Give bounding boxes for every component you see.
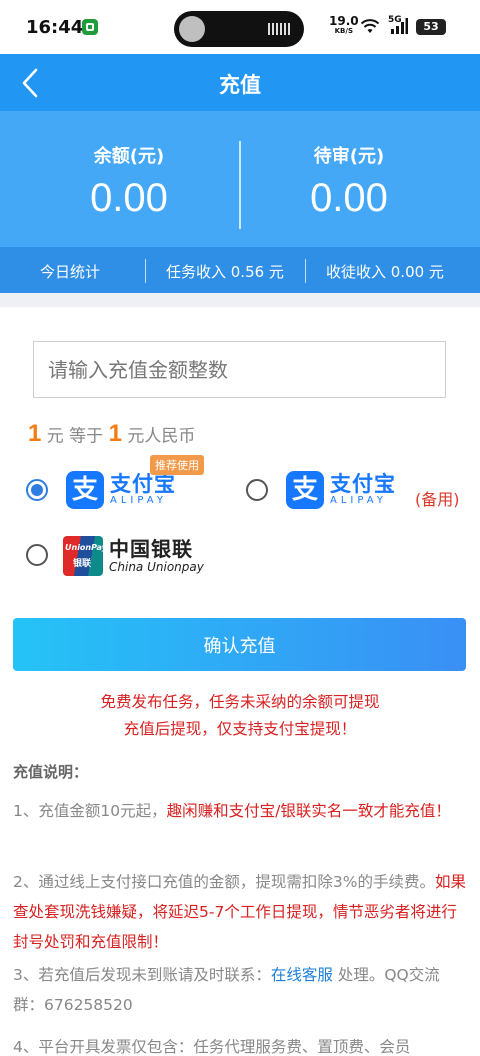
stat-task-income: 任务收入 0.56 元	[166, 263, 284, 281]
balance-label: 余额(元)	[93, 146, 165, 167]
notice-line: 充值后提现，仅支持支付宝提现！	[123, 720, 357, 738]
status-bar: 16:44 19.0 KB/S 5G 53	[0, 0, 480, 54]
alipay-name: 支付宝	[330, 472, 396, 496]
confirm-recharge-button[interactable]: 确认充值	[13, 618, 466, 671]
rate-right-text: 元人民币	[127, 426, 196, 447]
alipay-primary-radio[interactable]	[26, 479, 48, 501]
unionpay-name-en: China Unionpay	[109, 560, 204, 574]
instruction-item: 2、通过线上支付接口充值的金额，提现需扣除3%的手续费。如果查处套现洗钱嫌疑，将…	[13, 873, 466, 951]
balance-column: 余额(元) 0.00	[9, 142, 249, 221]
stat-referral-income: 收徒收入 0.00 元	[326, 263, 444, 281]
alipay-name-en: ALIPAY	[110, 495, 167, 506]
instruction-item: 3、若充值后发现未到账请及时联系：在线客服 处理。QQ交流群：676258520	[13, 966, 440, 1014]
online-support-link[interactable]: 在线客服	[271, 966, 333, 984]
instruction-item: 4、平台开具发票仅包含：任务代理服务费、置顶费、会员	[13, 1038, 411, 1056]
alipay-logo-icon: 支	[66, 471, 104, 509]
section-divider	[0, 293, 480, 307]
balance-value: 0.00	[90, 176, 168, 220]
amount-input[interactable]	[33, 341, 446, 398]
exchange-rate: 1 元 等于 1 元人民币	[28, 420, 195, 448]
dynamic-island	[174, 11, 304, 47]
signal-icon	[391, 18, 408, 34]
status-time: 16:44	[26, 17, 84, 38]
network-speed-unit: KB/S	[334, 27, 353, 35]
alipay-primary-option[interactable]: 支 支付宝 ALIPAY	[66, 469, 176, 511]
alipay-backup-radio[interactable]	[246, 479, 268, 501]
instruction-item: 1、充值金额10元起，趣闲赚和支付宝/银联实名一致才能充值！	[13, 802, 451, 820]
page-title: 充值	[219, 73, 261, 97]
instructions-title: 充值说明：	[13, 763, 89, 781]
stats-divider	[145, 259, 146, 283]
wifi-icon	[360, 19, 380, 33]
nav-bar: 充值	[0, 54, 480, 111]
unionpay-name: 中国银联	[109, 537, 193, 561]
alipay-name: 支付宝	[110, 472, 176, 496]
recommended-badge: 推荐使用	[150, 455, 204, 475]
unionpay-option[interactable]: UnionPay 银联 中国银联 China Unionpay	[63, 535, 204, 577]
pending-column: 待审(元) 0.00	[229, 142, 469, 221]
backup-label: (备用)	[415, 490, 460, 509]
notice-line: 免费发布任务，任务未采纳的余额可提现	[100, 693, 380, 711]
alipay-logo-icon: 支	[286, 471, 324, 509]
unionpay-logo-icon: UnionPay 银联	[63, 536, 103, 576]
alipay-name-en: ALIPAY	[330, 495, 387, 506]
audio-wave-icon	[268, 23, 290, 35]
network-speed-value: 19.0	[329, 14, 359, 28]
alipay-backup-option[interactable]: 支 支付宝 ALIPAY	[286, 469, 396, 511]
rate-left-number: 1	[28, 420, 42, 447]
stats-divider	[305, 259, 306, 283]
battery-icon: 53	[416, 19, 446, 35]
balance-panel: 余额(元) 0.00 待审(元) 0.00	[0, 111, 480, 247]
pending-label: 待审(元)	[313, 146, 385, 167]
unionpay-radio[interactable]	[26, 544, 48, 566]
rate-right-number: 1	[108, 420, 122, 447]
app-notification-icon	[82, 19, 98, 35]
media-avatar-icon	[179, 16, 205, 42]
rate-middle-text: 元 等于	[46, 426, 104, 447]
pending-value: 0.00	[310, 176, 388, 220]
stats-bar: 今日统计 任务收入 0.56 元 收徒收入 0.00 元	[0, 247, 480, 293]
network-speed: 19.0 KB/S	[329, 14, 359, 35]
stat-today: 今日统计	[40, 263, 101, 281]
